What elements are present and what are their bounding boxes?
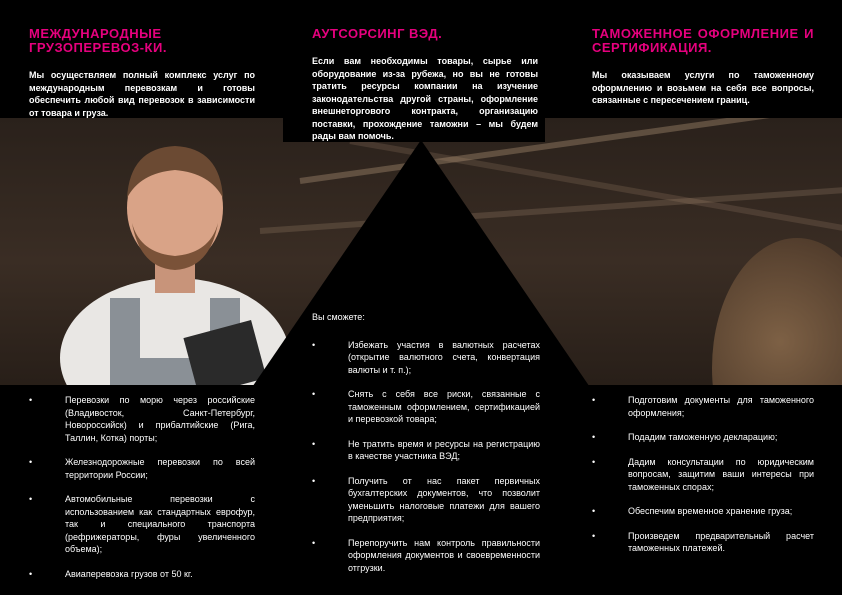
list-item: • Автомобильные перевозки с использование… xyxy=(29,494,255,554)
bullet-icon: • xyxy=(592,506,596,516)
list-outsourcing: Вы сможете: • Избежать участия в валютных… xyxy=(312,311,540,586)
intro-outsourcing: Если вам необходимы товары, сырье или об… xyxy=(312,56,538,141)
bullet-icon: • xyxy=(312,537,316,548)
bullet-icon: • xyxy=(29,568,33,579)
list-item: • Обеспечим временное хранение груза; xyxy=(592,506,793,516)
bullet-icon: • xyxy=(29,395,33,405)
bullet-icon: • xyxy=(592,456,596,467)
intro-freight: Мы осуществляем полный комплекс услуг по… xyxy=(29,70,255,118)
bullet-icon: • xyxy=(312,475,316,486)
list-item: • Получить от нас пакет первичных бухгалт… xyxy=(312,475,540,524)
list-item: • Произведем предварительный расчет тамож… xyxy=(592,530,814,554)
list-freight: • Перевозки по морю через российские (Вла… xyxy=(29,394,255,592)
list-lead: Вы сможете: xyxy=(312,312,365,322)
list-item: • Не тратить время и ресурсы на регистрац… xyxy=(312,438,540,462)
list-item: • Подадим таможенную декларацию; xyxy=(592,432,778,442)
list-customs: • Подготовим документы для таможенного оф… xyxy=(592,394,814,567)
list-item: • Дадим консультации по юридическим вопро… xyxy=(592,456,814,492)
list-item: • Подготовим документы для таможенного оф… xyxy=(592,395,814,418)
bullet-icon: • xyxy=(312,339,316,350)
list-item: • Железнодорожные перевозки по всей терри… xyxy=(29,457,255,480)
bullet-icon: • xyxy=(592,530,596,541)
list-item: • Избежать участия в валютных расчетах (о… xyxy=(312,339,540,375)
bullet-icon: • xyxy=(592,395,596,405)
list-item: • Перепоручить нам контроль правильности … xyxy=(312,537,540,573)
bullet-icon: • xyxy=(312,438,316,449)
bullet-icon: • xyxy=(29,494,33,504)
bullet-icon: • xyxy=(29,457,33,467)
list-item: • Перевозки по морю через российские (Вла… xyxy=(29,395,255,443)
heading-customs: ТАМОЖЕННОЕ ОФОРМЛЕНИЕ И СЕРТИФИКАЦИЯ. xyxy=(592,26,814,55)
intro-customs: Мы оказываем услуги по таможенному оформ… xyxy=(592,70,814,105)
list-item: • Снять с себя все риски, связанные с там… xyxy=(312,389,540,424)
bullet-icon: • xyxy=(592,432,596,442)
bullet-icon: • xyxy=(312,389,316,399)
heading-outsourcing: АУТСОРСИНГ ВЭД. xyxy=(312,26,443,41)
list-item: • Авиаперевозка грузов от 50 кг. xyxy=(29,568,193,579)
heading-freight: МЕЖДУНАРОДНЫЕ ГРУЗОПЕРЕВОЗ-КИ. xyxy=(29,26,167,55)
